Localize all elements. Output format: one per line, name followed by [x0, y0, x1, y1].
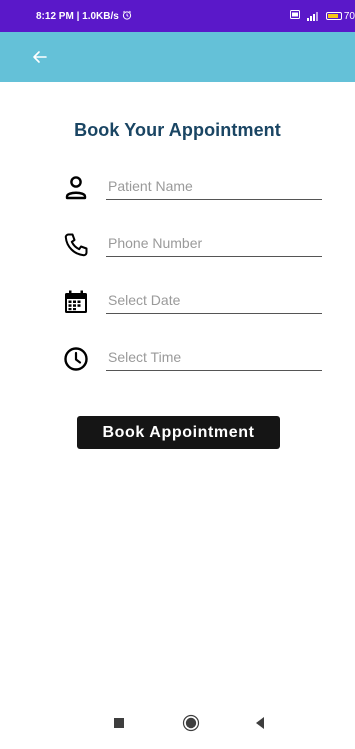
- app-bar: [0, 32, 355, 82]
- volte-icon: [289, 10, 300, 22]
- phone-number-input[interactable]: [106, 231, 322, 257]
- status-time-speed: 8:12 PM | 1.0KB/s: [36, 10, 119, 22]
- battery-icon: [325, 12, 342, 20]
- patient-name-input[interactable]: [106, 174, 322, 200]
- patient-name-field: [62, 170, 324, 206]
- signal-icon: [306, 11, 320, 21]
- back-triangle-icon[interactable]: [254, 715, 266, 731]
- home-circle-icon[interactable]: [182, 714, 200, 732]
- status-right: 70: [289, 10, 355, 22]
- alarm-icon: [122, 10, 132, 23]
- time-field: [62, 341, 324, 377]
- date-field: [62, 284, 324, 320]
- recents-square-icon[interactable]: [114, 718, 124, 728]
- clock-icon: [62, 345, 90, 373]
- status-bar: 8:12 PM | 1.0KB/s 70: [0, 0, 355, 32]
- person-icon: [62, 174, 90, 202]
- page-title: Book Your Appointment: [74, 120, 281, 140]
- battery-level: 70: [343, 10, 355, 22]
- status-left: 8:12 PM | 1.0KB/s: [36, 10, 132, 23]
- time-input[interactable]: [106, 345, 322, 371]
- calendar-icon: [62, 288, 90, 316]
- battery-status: 70: [325, 10, 355, 22]
- phone-icon: [62, 231, 90, 259]
- book-appointment-button[interactable]: Book Appointment: [77, 416, 280, 449]
- system-nav-bar: [0, 700, 355, 749]
- date-input[interactable]: [106, 288, 322, 314]
- phone-number-field: [62, 227, 324, 263]
- arrow-left-icon[interactable]: [31, 48, 49, 66]
